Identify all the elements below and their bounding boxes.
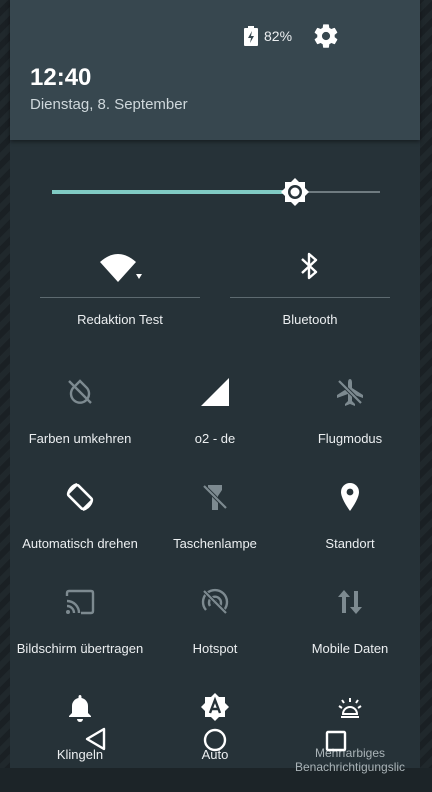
- quick-settings-panel: 82% 12:40 Dienstag, 8. September Redakti…: [10, 0, 420, 774]
- tile-label: Flugmodus: [317, 431, 383, 446]
- brightness-thumb-icon[interactable]: [279, 176, 311, 208]
- cast-icon: [65, 589, 95, 615]
- tile-divider: [230, 297, 390, 298]
- navigation-bar: [0, 710, 432, 768]
- tile-label: Automatisch drehen: [22, 536, 138, 551]
- wifi-icon: [100, 254, 142, 282]
- tile-bluetooth[interactable]: Bluetooth: [230, 246, 390, 336]
- brightness-track-fill: [52, 190, 295, 194]
- battery-charging-icon: [244, 26, 258, 46]
- tile-divider: [40, 297, 200, 298]
- battery-percent: 82%: [264, 28, 293, 44]
- tile-flashlight[interactable]: Taschenlampe: [147, 481, 283, 581]
- bluetooth-icon: [301, 252, 318, 280]
- tile-auto-rotate[interactable]: Automatisch drehen: [12, 481, 148, 581]
- tile-hotspot[interactable]: Hotspot: [147, 586, 283, 686]
- tile-cast[interactable]: Bildschirm übertragen: [12, 586, 148, 686]
- cell-signal-icon: [201, 378, 229, 406]
- tile-wifi[interactable]: Redaktion Test: [40, 246, 200, 336]
- brightness-slider[interactable]: [52, 176, 382, 208]
- auto-rotate-icon: [66, 483, 94, 511]
- tile-label: Standort: [325, 536, 375, 551]
- tile-label: Taschenlampe: [173, 536, 257, 551]
- tile-label: Mobile Daten: [311, 641, 389, 656]
- tile-invert-colors[interactable]: Farben umkehren: [12, 376, 148, 476]
- quick-settings-header: 82% 12:40 Dienstag, 8. September: [10, 0, 420, 140]
- airplane-off-icon: [337, 379, 363, 406]
- location-icon: [341, 483, 359, 511]
- tile-location[interactable]: Standort: [282, 481, 418, 581]
- tile-label: Bluetooth: [282, 312, 338, 327]
- clock-time[interactable]: 12:40: [30, 64, 91, 92]
- tile-airplane-mode[interactable]: Flugmodus: [282, 376, 418, 476]
- gear-icon[interactable]: [312, 22, 340, 50]
- hotspot-off-icon: [201, 588, 229, 615]
- tile-label: Farben umkehren: [28, 431, 132, 446]
- date-label[interactable]: Dienstag, 8. September: [30, 96, 188, 113]
- tile-label: Bildschirm übertragen: [16, 641, 144, 656]
- flashlight-off-icon: [202, 484, 228, 510]
- back-icon[interactable]: [84, 726, 108, 752]
- invert-colors-off-icon: [68, 379, 92, 404]
- home-icon[interactable]: [203, 728, 227, 752]
- mobile-data-icon: [338, 590, 362, 614]
- tile-label: Hotspot: [192, 641, 238, 656]
- tile-label: o2 - de: [194, 431, 236, 446]
- recents-icon[interactable]: [325, 730, 347, 752]
- tile-mobile-data[interactable]: Mobile Daten: [282, 586, 418, 686]
- tile-cellular[interactable]: o2 - de: [147, 376, 283, 476]
- tile-label: Redaktion Test: [77, 312, 163, 327]
